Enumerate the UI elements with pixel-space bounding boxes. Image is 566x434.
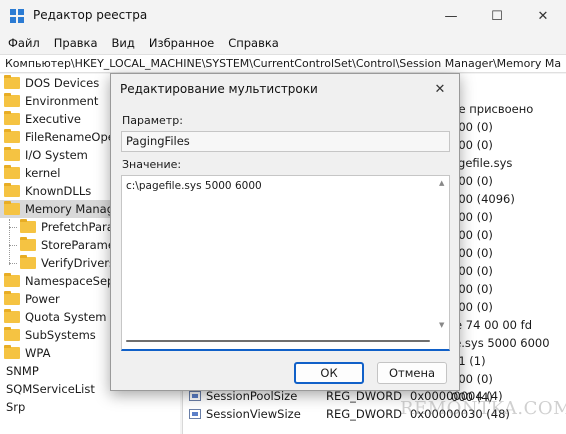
minimize-button[interactable]: — (428, 0, 474, 32)
folder-icon (4, 273, 20, 287)
value-data-text: c:\pagefile.sys 5000 6000 (126, 180, 262, 192)
menu-file[interactable]: Файл (8, 36, 40, 50)
tree-item-label: NamespaceSepa (25, 274, 122, 288)
registry-app-icon (10, 9, 25, 24)
value-name: SessionViewSize (206, 407, 301, 421)
value-data-textarea[interactable]: c:\pagefile.sys 5000 6000 ▲ ▼ (121, 175, 450, 351)
folder-icon (4, 129, 20, 143)
menu-favorites[interactable]: Избранное (149, 36, 214, 50)
value-label: Значение: (122, 158, 182, 171)
value-data-cell[interactable]: agefile.sys (451, 156, 512, 170)
folder-icon (4, 165, 20, 179)
folder-icon (4, 327, 20, 341)
folder-icon (4, 93, 20, 107)
tree-item-label: VerifyDrivers (41, 256, 116, 270)
value-type: REG_DWORD (326, 407, 403, 421)
value-data-cell[interactable]: 000 (4096) (451, 192, 515, 206)
tree-item-label: FileRenameOper (25, 130, 120, 144)
menu-bar: Файл Правка Вид Избранное Справка (0, 32, 566, 54)
folder-icon (4, 345, 20, 359)
folder-icon (4, 201, 20, 215)
tree-item-label: KnownDLLs (25, 184, 92, 198)
tree-item[interactable]: Srp (0, 398, 180, 416)
folder-icon (20, 219, 36, 233)
value-data-cell[interactable]: fe 74 00 00 fd (451, 318, 532, 332)
tree-item-label: Environment (25, 94, 99, 108)
folder-icon (20, 255, 36, 269)
tree-item-label: WPA (25, 346, 51, 360)
dialog-close-button[interactable]: ✕ (431, 80, 449, 98)
dialog-title: Редактирование мультистроки (120, 82, 318, 96)
tree-item-label: Memory Manag (25, 202, 115, 216)
horizontal-scroll-thumb[interactable] (126, 340, 430, 342)
tree-item-label: I/O System (25, 148, 88, 162)
menu-view[interactable]: Вид (112, 36, 135, 50)
address-bar[interactable]: Компьютер\HKEY_LOCAL_MACHINE\SYSTEM\Curr… (0, 54, 566, 73)
parameter-label: Параметр: (122, 114, 183, 127)
value-data-cell[interactable]: не присвоено (451, 102, 533, 116)
tree-item-label: Power (25, 292, 60, 306)
parameter-name-field[interactable]: PagingFiles (121, 131, 450, 152)
folder-icon (20, 237, 36, 251)
tree-item-label: Quota System (25, 310, 107, 324)
folder-icon (4, 75, 20, 89)
menu-edit[interactable]: Правка (54, 36, 98, 50)
folder-icon (4, 291, 20, 305)
tree-item-label: SNMP (6, 364, 39, 378)
tree-item-label: kernel (25, 166, 61, 180)
window-title: Редактор реестра (33, 8, 148, 22)
cancel-button[interactable]: Отмена (377, 362, 447, 384)
ok-button[interactable]: ОК (294, 362, 364, 384)
tree-item-label: DOS Devices (25, 76, 100, 90)
value-data-cell[interactable]: le.sys 5000 6000 (451, 336, 550, 350)
folder-icon (4, 309, 20, 323)
watermark: REMONTKA.COM (400, 398, 566, 419)
edit-multistring-dialog: Редактирование мультистроки ✕ Параметр: … (110, 73, 460, 391)
folder-icon (4, 111, 20, 125)
scroll-up-arrow-icon[interactable]: ▲ (439, 179, 444, 187)
tree-item-label: StoreParamet (41, 238, 120, 252)
title-bar: Редактор реестра — ☐ ✕ (0, 0, 566, 32)
scroll-down-arrow-icon[interactable]: ▼ (439, 321, 444, 329)
maximize-button[interactable]: ☐ (474, 0, 520, 32)
tree-item-label: Executive (25, 112, 81, 126)
folder-icon (4, 183, 20, 197)
window-close-button[interactable]: ✕ (520, 0, 566, 32)
value-type: REG_DWORD (326, 389, 403, 403)
tree-item-label: SQMServiceList (6, 382, 95, 396)
reg-dword-icon (189, 391, 201, 401)
vertical-scrollbar[interactable]: ▲ ▼ (437, 176, 449, 332)
tree-item-label: Srp (6, 400, 26, 414)
value-name: SessionPoolSize (206, 389, 298, 403)
tree-item-label: PrefetchParar (41, 220, 119, 234)
folder-icon (4, 147, 20, 161)
reg-dword-icon (189, 409, 201, 419)
tree-item-label: SubSystems (25, 328, 96, 342)
horizontal-scrollbar[interactable] (122, 333, 438, 349)
menu-help[interactable]: Справка (228, 36, 279, 50)
